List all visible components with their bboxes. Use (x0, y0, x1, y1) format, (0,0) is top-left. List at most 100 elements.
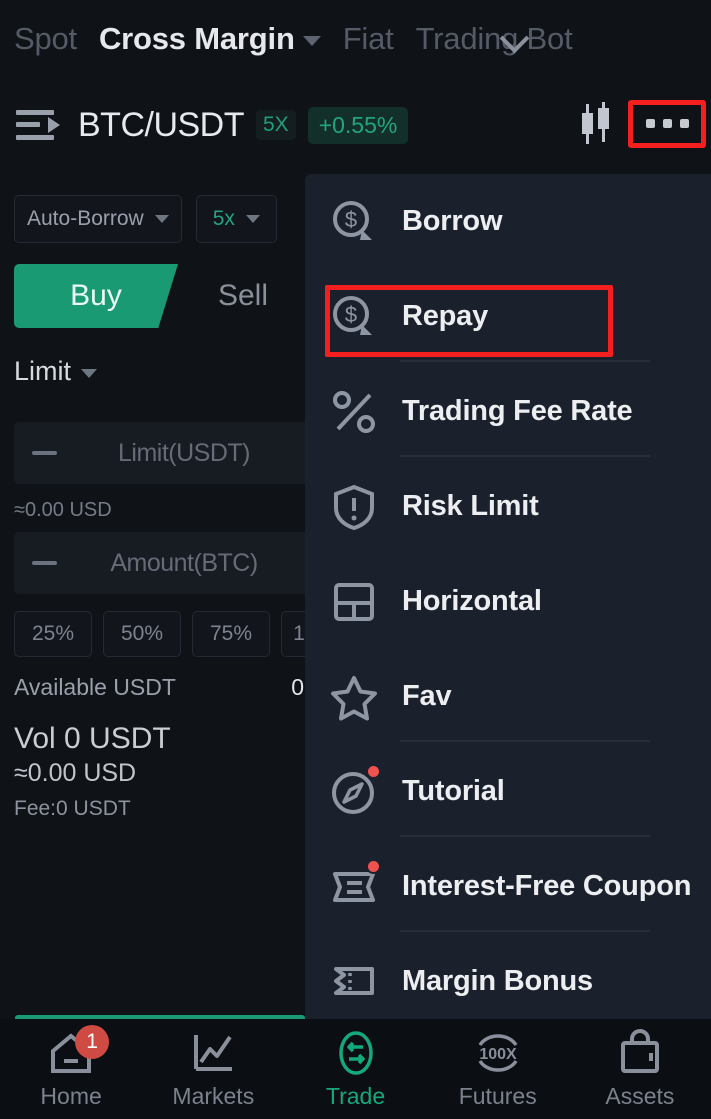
layout-icon (328, 576, 380, 628)
menu-item-tutorial[interactable]: Tutorial (305, 744, 711, 839)
svg-text:$: $ (345, 302, 357, 327)
tab-trading-bot[interactable]: Trading Bot (416, 21, 573, 57)
price-input-row[interactable]: Limit(USDT) (14, 422, 305, 484)
borrow-mode-label: Auto-Borrow (27, 207, 144, 230)
leverage-select[interactable]: 5x (195, 195, 277, 243)
sell-tab[interactable]: Sell (168, 264, 305, 328)
100x-icon: 100X (473, 1029, 523, 1077)
fee-value: Fee:0 USDT (14, 797, 131, 820)
nav-item-markets[interactable]: Markets (142, 1019, 284, 1119)
star-icon (328, 671, 380, 723)
nav-item-futures[interactable]: 100X Futures (427, 1019, 569, 1119)
menu-item-margin-bonus[interactable]: Margin Bonus (305, 934, 711, 1019)
order-type-label: Limit (14, 356, 72, 386)
menu-item-label: Margin Bonus (402, 965, 593, 997)
nav-label-home: Home (40, 1082, 102, 1109)
leverage-label: 5x (212, 207, 235, 230)
order-entry-panel: Auto-Borrow 5x Buy Sell Limit Limit(USDT… (0, 174, 305, 1019)
compass-icon (328, 763, 381, 818)
exchange-icon (331, 1029, 381, 1077)
price-approx-value: ≈0.00 USD (14, 499, 112, 521)
price-change-badge: +0.55% (307, 106, 409, 144)
more-options-icon[interactable] (636, 106, 698, 140)
menu-item-label: Repay (402, 300, 489, 332)
nav-item-home[interactable]: 1 Home (0, 1019, 142, 1119)
menu-item-repay[interactable]: $ Repay (305, 269, 711, 364)
menu-item-label: Trading Fee Rate (402, 395, 633, 427)
coupon-icon (328, 956, 380, 1008)
nav-item-assets[interactable]: Assets (569, 1019, 711, 1119)
decrement-icon[interactable] (32, 451, 57, 455)
chevron-down-icon (245, 215, 260, 223)
menu-item-label: Borrow (402, 205, 503, 237)
available-balance-label: Available USDT (14, 674, 176, 700)
menu-divider (400, 455, 650, 457)
menu-item-interest-free-coupon[interactable]: Interest-Free Coupon (305, 839, 711, 934)
percent-icon (328, 386, 380, 438)
ticket-icon (328, 858, 381, 913)
available-balance-value: 0 (291, 674, 304, 700)
percent-chip-25[interactable]: 25% (14, 611, 92, 657)
chevron-down-icon[interactable] (500, 28, 534, 48)
trading-app-screen: Spot Cross Margin Fiat Trading Bot BTC/U… (0, 0, 711, 1119)
more-options-menu: $ Borrow $ Repay Trading Fee Rate Risk L… (305, 174, 711, 1019)
amount-input[interactable]: Amount(BTC) (110, 549, 258, 578)
menu-item-fav[interactable]: Fav (305, 649, 711, 744)
percent-chip-row: 25% 50% 75% 100% (14, 611, 305, 657)
svg-text:100X: 100X (479, 1046, 517, 1063)
menu-item-trading-fee-rate[interactable]: Trading Fee Rate (305, 364, 711, 459)
percent-chip-100[interactable]: 100% (281, 611, 305, 657)
menu-item-label: Tutorial (402, 775, 505, 807)
price-input[interactable]: Limit(USDT) (118, 439, 251, 468)
bottom-navigation: 1 Home Markets Trade 100X Futures Assets (0, 1019, 711, 1119)
amount-input-row[interactable]: Amount(BTC) (14, 532, 305, 594)
page-title[interactable]: BTC/USDT (78, 106, 245, 145)
chevron-down-icon (81, 369, 98, 378)
available-balance-row: Available USDT 0 (14, 674, 304, 701)
tab-spot[interactable]: Spot (14, 21, 77, 57)
menu-item-horizontal[interactable]: Horizontal (305, 554, 711, 649)
chart-icon (188, 1029, 238, 1077)
volume-approx-value: ≈0.00 USD (14, 759, 137, 787)
percent-chip-50[interactable]: 50% (103, 611, 181, 657)
nav-label-markets: Markets (172, 1082, 255, 1109)
buy-tab[interactable]: Buy (14, 264, 178, 328)
menu-item-borrow[interactable]: $ Borrow (305, 174, 711, 269)
order-type-select[interactable]: Limit (14, 356, 98, 387)
menu-item-risk-limit[interactable]: Risk Limit (305, 459, 711, 554)
buy-sell-toggle: Buy Sell (14, 264, 305, 328)
order-controls-row: Auto-Borrow 5x (14, 195, 277, 243)
nav-label-futures: Futures (458, 1082, 537, 1109)
shield-alert-icon (328, 481, 380, 533)
home-badge: 1 (75, 1025, 110, 1059)
volume-value: Vol 0 USDT (14, 722, 171, 755)
borrow-mode-select[interactable]: Auto-Borrow (14, 195, 182, 243)
svg-text:$: $ (345, 207, 357, 232)
nav-item-trade[interactable]: Trade (284, 1019, 426, 1119)
menu-divider (400, 930, 650, 932)
menu-divider (400, 360, 650, 362)
nav-label-assets: Assets (605, 1082, 675, 1109)
dollar-search-icon: $ (328, 196, 380, 248)
nav-label-trade: Trade (325, 1082, 386, 1109)
percent-chip-75[interactable]: 75% (192, 611, 270, 657)
menu-item-label: Interest-Free Coupon (402, 870, 692, 902)
chevron-down-icon (154, 215, 169, 223)
dollar-search-icon: $ (328, 291, 380, 343)
menu-item-label: Horizontal (402, 585, 542, 617)
notification-dot (366, 858, 381, 874)
notification-dot (366, 763, 381, 779)
top-tab-bar: Spot Cross Margin Fiat Trading Bot (0, 0, 711, 78)
cross-margin-caret-icon[interactable] (302, 36, 321, 46)
menu-item-label: Fav (402, 680, 452, 712)
leverage-badge: 5X (256, 110, 296, 140)
menu-divider (400, 740, 650, 742)
menu-item-label: Risk Limit (402, 490, 539, 522)
menu-divider (400, 835, 650, 837)
tab-cross-margin[interactable]: Cross Margin (99, 21, 295, 57)
decrement-icon[interactable] (32, 561, 57, 565)
list-view-icon[interactable] (16, 107, 60, 143)
wallet-icon (615, 1028, 665, 1077)
candlestick-icon[interactable] (572, 99, 618, 149)
tab-fiat[interactable]: Fiat (343, 21, 394, 57)
